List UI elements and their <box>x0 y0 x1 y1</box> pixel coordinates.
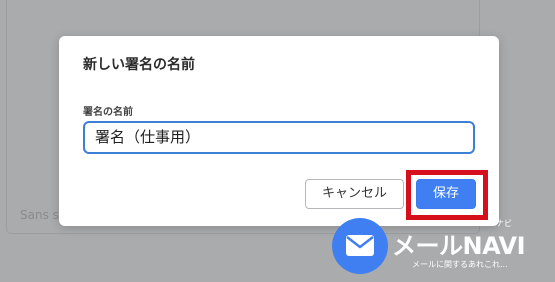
save-highlight-box <box>406 170 488 220</box>
dialog-title: 新しい署名の名前 <box>83 57 195 73</box>
cancel-button[interactable]: キャンセル <box>305 179 404 209</box>
envelope-icon <box>346 235 374 256</box>
watermark-tagline: メールに関するあれこれ... <box>412 260 508 269</box>
mail-logo <box>332 218 388 274</box>
signature-name-label: 署名の名前 <box>83 107 133 118</box>
signature-name-input[interactable]: 署名（仕事用） <box>83 121 475 154</box>
background-font-text: Sans s <box>20 208 59 222</box>
watermark-brand: メールNAVI <box>392 232 526 260</box>
